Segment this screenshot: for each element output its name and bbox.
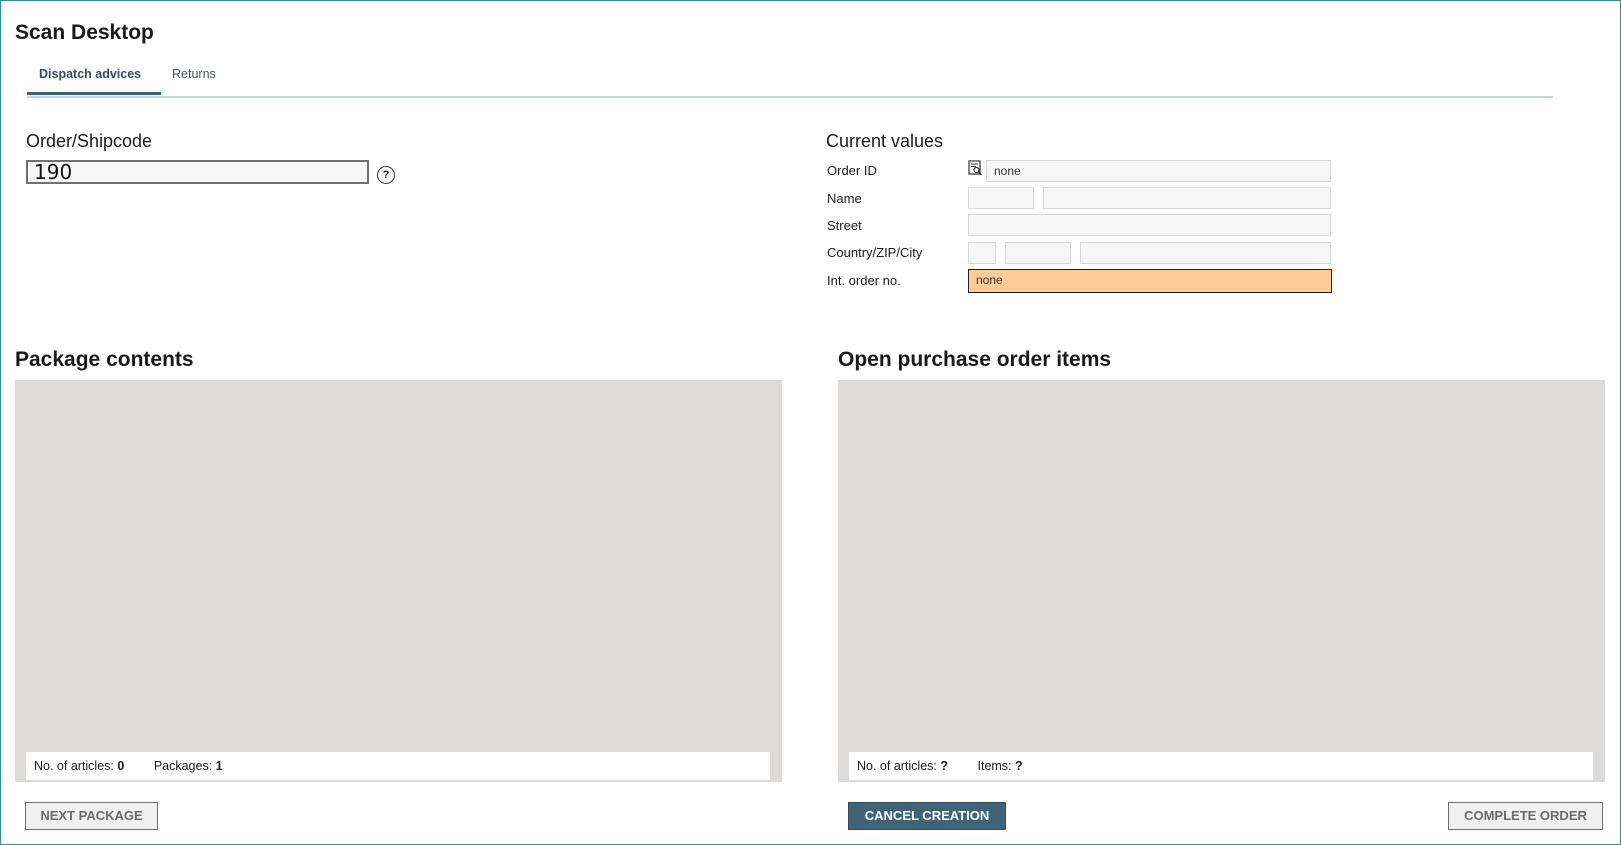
zip-field: [1005, 242, 1071, 264]
articles-count-value: 0: [117, 759, 125, 773]
name-last-field: [1043, 187, 1331, 209]
current-values-title: Current values: [826, 131, 944, 151]
po-items-count-label: Items:: [977, 759, 1012, 773]
package-contents-title: Package contents: [15, 348, 194, 371]
packages-count-value: 1: [215, 759, 223, 773]
tab-returns[interactable]: Returns: [172, 67, 216, 81]
order-id-field: none: [986, 160, 1331, 182]
open-po-items-title: Open purchase order items: [838, 348, 1112, 371]
po-articles-count-value: ?: [940, 759, 949, 773]
open-po-items-summary: No. of articles: ? Items: ?: [849, 752, 1593, 780]
country-field: [968, 242, 996, 264]
open-po-items-panel: No. of articles: ? Items: ?: [838, 380, 1605, 782]
name-label: Name: [827, 191, 862, 206]
articles-count-label: No. of articles:: [34, 759, 114, 773]
tab-bar: Dispatch advices Returns: [27, 61, 1553, 98]
street-label: Street: [827, 218, 862, 233]
next-package-button[interactable]: NEXT PACKAGE: [25, 802, 158, 830]
active-tab-indicator: [27, 92, 161, 95]
document-search-icon[interactable]: [968, 160, 983, 176]
city-field: [1080, 242, 1331, 264]
complete-order-button[interactable]: COMPLETE ORDER: [1448, 802, 1603, 830]
page-title: Scan Desktop: [15, 21, 154, 44]
order-shipcode-label: Order/Shipcode: [26, 131, 153, 151]
package-contents-summary: No. of articles: 0 Packages: 1: [26, 752, 770, 780]
int-order-no-label: Int. order no.: [827, 273, 901, 288]
order-id-label: Order ID: [827, 163, 877, 178]
packages-count-label: Packages:: [153, 759, 213, 773]
order-shipcode-input[interactable]: [26, 160, 369, 184]
int-order-no-field: none: [968, 269, 1332, 293]
country-zip-city-label: Country/ZIP/City: [827, 245, 923, 260]
tab-dispatch-advices[interactable]: Dispatch advices: [39, 67, 141, 81]
street-field: [968, 214, 1331, 236]
app-window: Scan Desktop Dispatch advices Returns Or…: [0, 0, 1621, 845]
question-circle-icon[interactable]: ?: [377, 166, 395, 184]
cancel-creation-button[interactable]: CANCEL CREATION: [848, 802, 1006, 830]
po-items-count-value: ?: [1015, 759, 1023, 773]
name-first-field: [968, 187, 1034, 209]
package-contents-panel: No. of articles: 0 Packages: 1: [15, 380, 782, 782]
po-articles-count-label: No. of articles:: [857, 759, 937, 773]
